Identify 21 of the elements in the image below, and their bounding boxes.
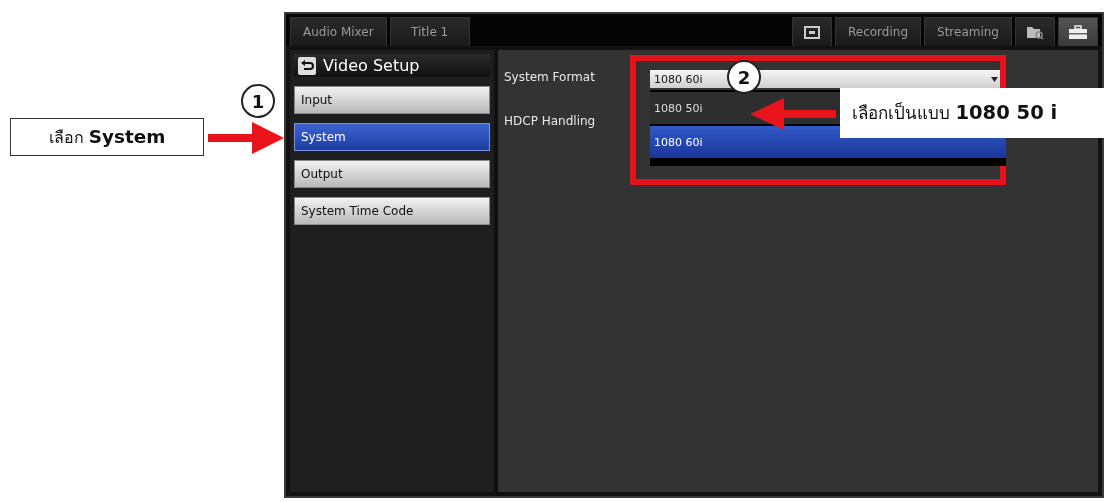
toolbox-tab[interactable] — [1058, 17, 1098, 46]
setting-label: HDCP Handling — [504, 114, 597, 128]
tab[interactable]: Title 1 — [389, 17, 470, 46]
toolbox-icon — [1068, 24, 1088, 40]
caret-icon — [991, 76, 998, 82]
monitor-tab[interactable] — [792, 17, 832, 46]
folder-search-tab[interactable] — [1015, 17, 1055, 46]
panel-title: Video Setup — [323, 56, 420, 75]
step-marker: 1 — [241, 84, 275, 118]
setting-label: System Format — [504, 70, 596, 84]
tab[interactable]: Streaming — [924, 17, 1012, 46]
screen-icon — [804, 25, 820, 39]
menu-item[interactable]: Output — [294, 160, 490, 188]
tab[interactable]: Recording — [835, 17, 921, 46]
menu-item[interactable]: System Time Code — [294, 197, 490, 225]
back-icon[interactable] — [298, 56, 316, 75]
menu-item[interactable]: Input — [294, 86, 490, 114]
folder-search-icon — [1026, 24, 1044, 40]
callout-tooltip: เลือก System — [10, 118, 204, 156]
menu-item[interactable]: System — [294, 123, 490, 151]
tab[interactable]: Audio Mixer — [290, 17, 387, 46]
